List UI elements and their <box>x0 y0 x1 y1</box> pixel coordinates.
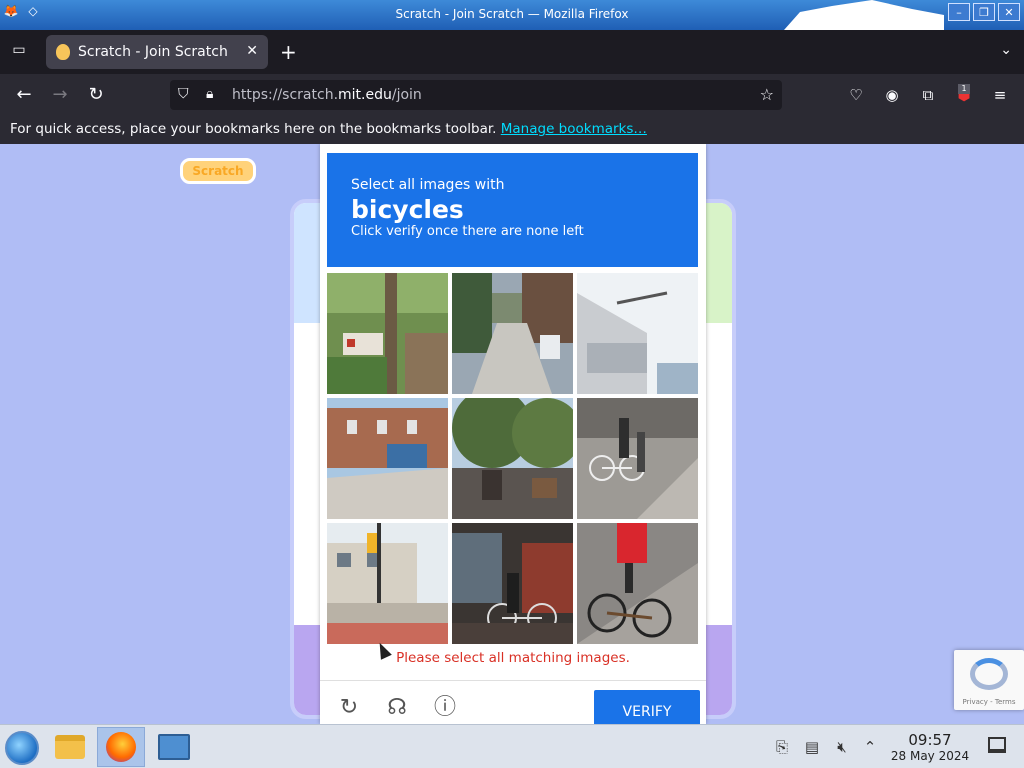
captcha-tile-4[interactable] <box>327 398 448 519</box>
clipboard-tray-icon[interactable]: ⎘ <box>772 737 792 757</box>
scratch-logo[interactable]: Scratch <box>180 158 256 184</box>
volume-muted-icon[interactable]: 🔇︎ <box>832 737 852 757</box>
firefox-taskbar-icon <box>106 732 136 762</box>
pocket-icon[interactable]: ♡ <box>845 84 867 106</box>
new-tab-button[interactable]: + <box>280 40 297 64</box>
clock[interactable]: 09:57 28 May 2024 <box>884 731 976 763</box>
scratch-favicon-icon <box>56 44 70 60</box>
start-menu-icon[interactable] <box>5 731 39 765</box>
captcha-header: Select all images with bicycles Click ve… <box>327 153 698 267</box>
captcha-tile-8[interactable] <box>452 523 573 644</box>
captcha-tile-3[interactable] <box>577 273 698 394</box>
captcha-target: bicycles <box>351 195 464 224</box>
monitor-icon <box>158 734 190 760</box>
taskbar-file-manager[interactable] <box>46 727 94 767</box>
nav-bar: ← → ↻ ⛉ 🔒︎ https://scratch.mit.edu/join … <box>0 74 1024 116</box>
recaptcha-logo-icon <box>970 658 1008 690</box>
tab-close-icon[interactable]: ✕ <box>246 43 258 59</box>
bookmark-star-icon[interactable]: ☆ <box>760 85 774 104</box>
url-text[interactable]: https://scratch.mit.edu/join <box>232 87 422 103</box>
page-content: Scratch Select all images with bicycles … <box>0 144 1024 724</box>
recaptcha-badge-text[interactable]: Privacy - Terms <box>954 698 1024 706</box>
taskbar-system-monitor[interactable] <box>150 727 198 767</box>
clock-date: 28 May 2024 <box>890 749 970 763</box>
tab-title: Scratch - Join Scratch <box>78 44 228 60</box>
captcha-tile-9[interactable] <box>577 523 698 644</box>
taskbar-firefox[interactable] <box>97 727 145 767</box>
captcha-image-grid <box>327 273 698 644</box>
captcha-tile-5[interactable] <box>452 398 573 519</box>
extension-badge: 1 <box>958 84 970 94</box>
captcha-subtext: Click verify once there are none left <box>351 224 584 239</box>
captcha-footer: ↻ ☊ ⓘ VERIFY <box>320 680 706 724</box>
minimize-button[interactable]: – <box>948 3 970 21</box>
clock-time: 09:57 <box>908 731 952 749</box>
os-titlebar: 🦊 ◇ Scratch - Join Scratch — Mozilla Fir… <box>0 0 1024 30</box>
captcha-instruction: Select all images with <box>351 177 505 193</box>
captcha-tile-6[interactable] <box>577 398 698 519</box>
chevron-up-icon[interactable]: ⌃ <box>860 737 880 757</box>
bookmarks-hint: For quick access, place your bookmarks h… <box>10 121 497 137</box>
back-arrow-icon[interactable]: ← <box>12 84 36 106</box>
recaptcha-challenge: Select all images with bicycles Click ve… <box>320 144 706 724</box>
captcha-tile-2[interactable] <box>452 273 573 394</box>
taskbar: ⎘ ▤ 🔇︎ ⌃ 09:57 28 May 2024 <box>0 724 1024 768</box>
tab-strip: ▭ Scratch - Join Scratch ✕ + ⌄ <box>0 30 1024 74</box>
url-bar[interactable]: ⛉ 🔒︎ https://scratch.mit.edu/join ☆ <box>170 80 782 110</box>
show-desktop-icon[interactable] <box>988 737 1006 753</box>
verify-button[interactable]: VERIFY <box>594 690 700 724</box>
account-icon[interactable]: ◉ <box>881 84 903 106</box>
close-window-button[interactable]: ✕ <box>998 3 1020 21</box>
window-title: Scratch - Join Scratch — Mozilla Firefox <box>395 7 629 21</box>
bookmarks-bar: For quick access, place your bookmarks h… <box>0 116 1024 144</box>
captcha-tile-7[interactable] <box>327 523 448 644</box>
folder-icon <box>55 735 85 759</box>
forward-arrow-icon[interactable]: → <box>48 84 72 106</box>
maximize-button[interactable]: ❐ <box>973 3 995 21</box>
storage-tray-icon[interactable]: ▤ <box>802 737 822 757</box>
recaptcha-badge[interactable]: Privacy - Terms <box>954 650 1024 710</box>
reload-icon[interactable]: ↻ <box>84 84 108 106</box>
tab-list-icon[interactable]: ▭ <box>8 42 30 62</box>
shield-icon[interactable]: ⛉ <box>178 86 189 102</box>
manage-bookmarks-link[interactable]: Manage bookmarks… <box>501 121 647 137</box>
reload-challenge-icon[interactable]: ↻ <box>336 695 362 721</box>
tab-scratch[interactable]: Scratch - Join Scratch ✕ <box>46 35 268 69</box>
menu-icon[interactable]: ≡ <box>989 84 1011 106</box>
audio-challenge-icon[interactable]: ☊ <box>384 695 410 721</box>
lock-icon[interactable]: 🔒︎ <box>206 86 213 102</box>
info-icon[interactable]: ⓘ <box>432 695 458 721</box>
extensions-icon[interactable]: ⧉ <box>917 84 939 106</box>
chevron-down-icon[interactable]: ⌄ <box>1000 42 1012 58</box>
captcha-tile-1[interactable] <box>327 273 448 394</box>
